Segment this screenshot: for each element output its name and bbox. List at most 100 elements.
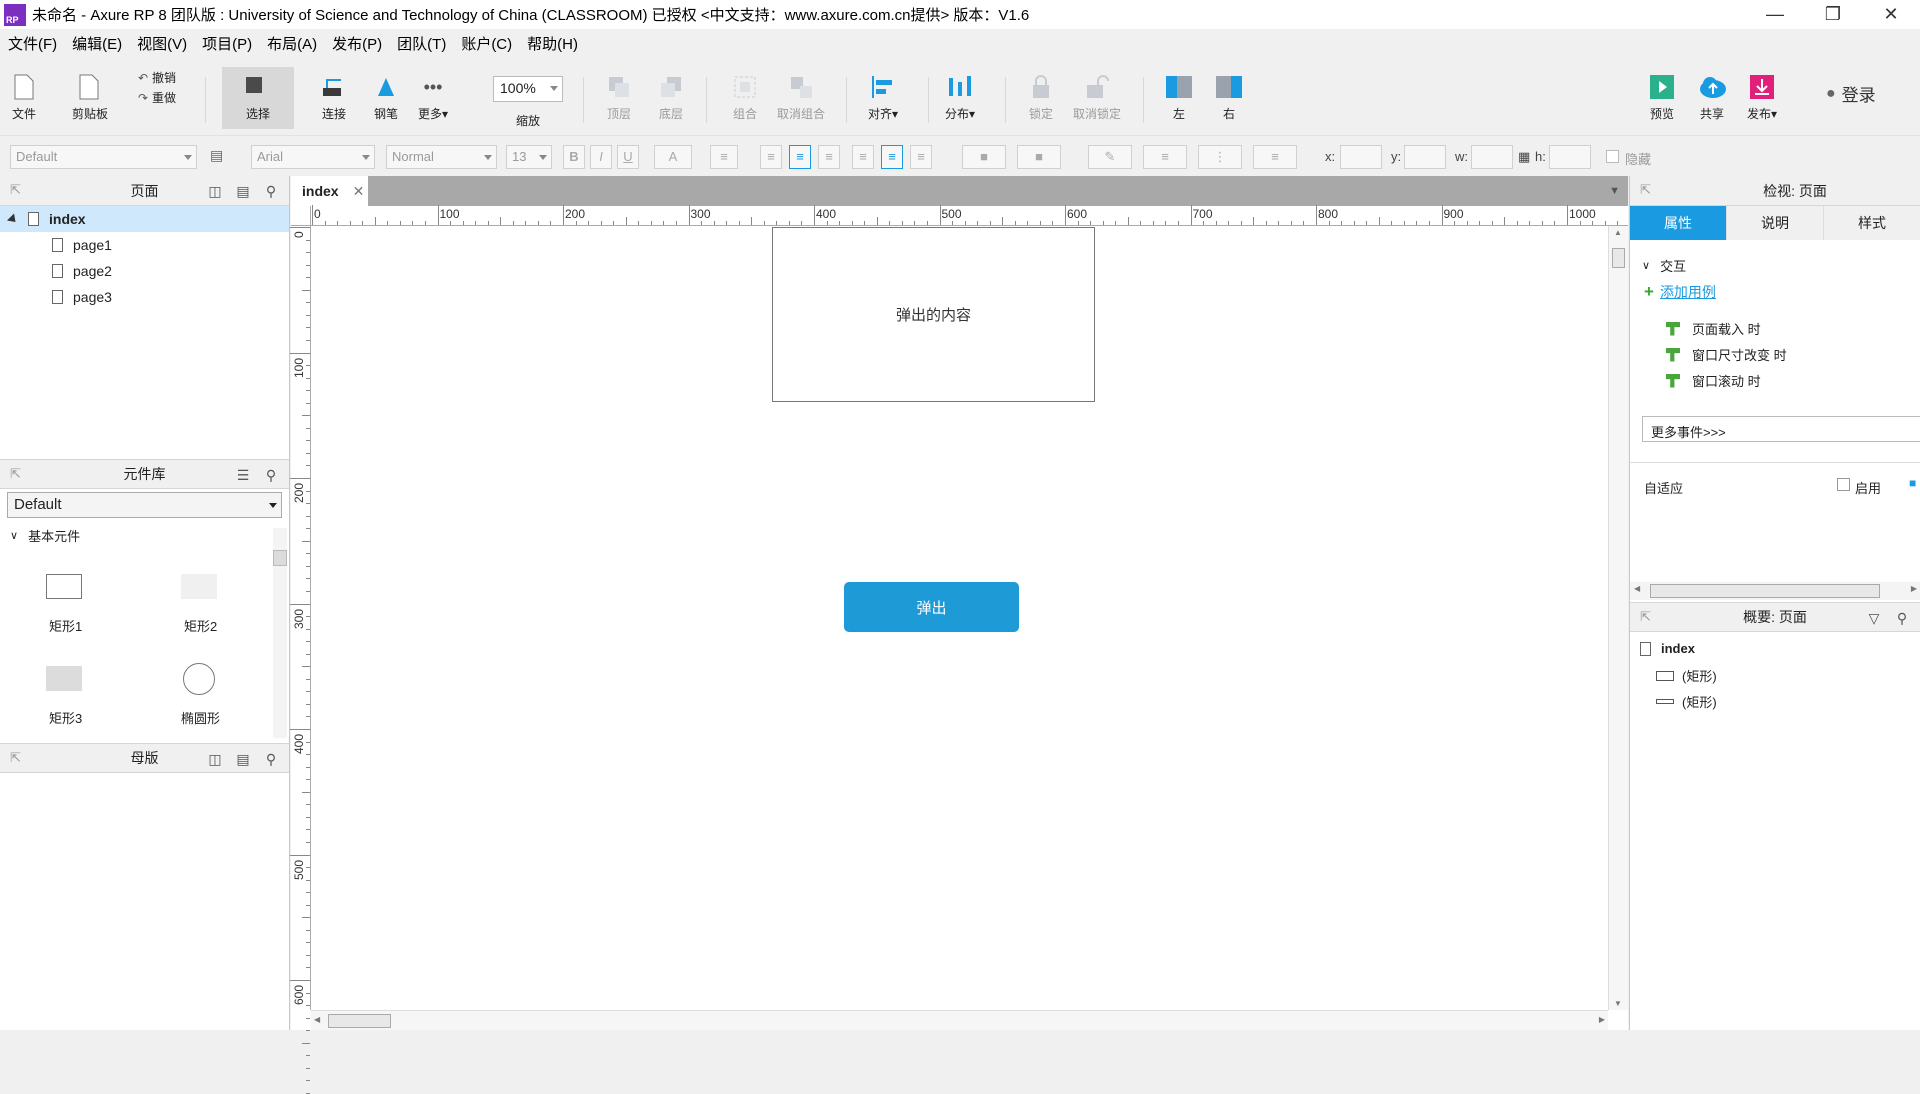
font-weight-select[interactable]: Normal <box>386 145 497 169</box>
line-color-button[interactable]: ✎ <box>1088 145 1132 169</box>
distribute-button[interactable]: 分布▾ <box>945 57 975 122</box>
scroll-down-icon[interactable]: ▼ <box>1614 999 1622 1008</box>
line-style-button[interactable]: ⋮ <box>1198 145 1242 169</box>
style-select[interactable]: Default <box>10 145 197 169</box>
page-item-page1[interactable]: page1 <box>0 232 289 258</box>
interactions-section[interactable]: ∨ 交互 <box>1642 256 1686 275</box>
scroll-up-icon[interactable]: ▲ <box>1614 228 1622 237</box>
outline-root[interactable]: index <box>1640 641 1695 656</box>
tab-index[interactable]: index ✕ <box>291 176 368 206</box>
popup-button[interactable]: 弹出 <box>844 582 1019 632</box>
more-events-select[interactable]: 更多事件>>> <box>1642 416 1920 442</box>
line-width-button[interactable]: ≡ <box>1143 145 1187 169</box>
align-center-text-button[interactable]: ≡ <box>789 145 811 169</box>
bullet-list-button[interactable]: ≡ <box>710 145 738 169</box>
enable-adaptive-checkbox[interactable] <box>1837 478 1850 491</box>
share-button[interactable]: 共享 <box>1698 57 1726 122</box>
menu-edit[interactable]: 编辑(E) <box>72 33 122 54</box>
font-size-select[interactable]: 13 <box>506 145 552 169</box>
unlock-button[interactable]: 取消锁定 <box>1073 57 1121 122</box>
valign-middle-button[interactable]: ≡ <box>881 145 903 169</box>
ellipse-icon[interactable] <box>183 663 215 695</box>
library-scrollbar[interactable] <box>273 528 287 738</box>
add-folder-icon[interactable]: ▤ <box>235 751 251 767</box>
popup-content-box[interactable]: 弹出的内容 <box>772 227 1095 402</box>
menu-file[interactable]: 文件(F) <box>8 33 57 54</box>
h-input[interactable] <box>1549 145 1591 169</box>
x-input[interactable] <box>1340 145 1382 169</box>
page-item-page2[interactable]: page2 <box>0 258 289 284</box>
align-left-text-button[interactable]: ≡ <box>760 145 782 169</box>
menu-account[interactable]: 账户(C) <box>461 33 512 54</box>
lock-button[interactable]: 锁定 <box>1027 57 1055 122</box>
menu-publish[interactable]: 发布(P) <box>332 33 382 54</box>
y-input[interactable] <box>1404 145 1446 169</box>
redo-button[interactable]: ↷ 重做 <box>138 89 176 106</box>
filter-icon[interactable]: ▽ <box>1866 610 1882 626</box>
file-button[interactable]: 文件 <box>10 57 38 122</box>
add-master-icon[interactable]: ◫ <box>207 751 223 767</box>
scroll-left-icon[interactable]: ◀ <box>314 1015 320 1024</box>
clipboard-button[interactable]: ✂ 剪贴板 <box>72 57 108 122</box>
menu-help[interactable]: 帮助(H) <box>527 33 578 54</box>
add-page-icon[interactable]: ◫ <box>207 183 223 199</box>
close-button[interactable]: ✕ <box>1862 0 1920 29</box>
lock-ratio-icon[interactable]: ▦ <box>1518 149 1530 165</box>
tab-dropdown-icon[interactable]: ▼ <box>1609 185 1620 197</box>
italic-button[interactable]: I <box>590 145 612 169</box>
scroll-left-icon[interactable]: ◀ <box>1634 584 1640 593</box>
page-item-index[interactable]: index <box>0 206 289 232</box>
font-family-select[interactable]: Arial <box>251 145 375 169</box>
left-button[interactable]: 左 <box>1165 57 1193 122</box>
valign-top-button[interactable]: ≡ <box>852 145 874 169</box>
valign-bottom-button[interactable]: ≡ <box>910 145 932 169</box>
canvas-horizontal-scrollbar[interactable]: ◀ ▶ <box>311 1010 1608 1030</box>
group-button[interactable]: 组合 <box>731 57 759 122</box>
search-icon[interactable]: ⚲ <box>263 467 279 483</box>
bold-button[interactable]: B <box>563 145 585 169</box>
align-right-text-button[interactable]: ≡ <box>818 145 840 169</box>
tab-style[interactable]: 样式 <box>1824 206 1920 240</box>
send-to-back-button[interactable]: 底层 <box>657 57 685 122</box>
right-button[interactable]: 右 <box>1215 57 1243 122</box>
preview-button[interactable]: 预览 <box>1648 57 1676 122</box>
menu-layout[interactable]: 布局(A) <box>267 33 317 54</box>
design-canvas[interactable]: 弹出的内容 弹出 <box>312 227 1607 1010</box>
align-button[interactable]: 对齐▾ <box>868 57 898 122</box>
font-color-button[interactable]: A <box>654 145 692 169</box>
add-folder-icon[interactable]: ▤ <box>235 183 251 199</box>
tab-notes[interactable]: 说明 <box>1727 206 1824 240</box>
fill-color-button[interactable]: ■ <box>962 145 1006 169</box>
inspector-horizontal-scrollbar[interactable]: ◀ ▶ <box>1630 582 1920 600</box>
adaptive-settings-icon[interactable]: ■ <box>1909 476 1916 490</box>
event-window-resize[interactable]: 窗口尺寸改变 时 <box>1666 345 1787 364</box>
menu-team[interactable]: 团队(T) <box>397 33 446 54</box>
search-icon[interactable]: ⚲ <box>1894 610 1910 626</box>
menu-view[interactable]: 视图(V) <box>137 33 187 54</box>
basic-widgets-section[interactable]: ∨ 基本元件 <box>10 526 80 545</box>
search-icon[interactable]: ⚲ <box>263 751 279 767</box>
style-edit-icon[interactable]: ▤ <box>210 147 223 164</box>
undo-button[interactable]: ↶ 撤销 <box>138 69 176 86</box>
zoom-select[interactable]: 100% <box>493 76 563 102</box>
pen-tool[interactable]: 钢笔 <box>372 57 400 122</box>
publish-button[interactable]: 发布▾ <box>1747 57 1777 122</box>
more-tools-button[interactable]: ••• 更多▾ <box>418 57 448 122</box>
menu-icon[interactable]: ☰ <box>235 467 251 483</box>
canvas-vertical-scrollbar[interactable]: ▲ ▼ <box>1608 226 1628 1010</box>
tab-properties[interactable]: 属性 <box>1630 206 1727 240</box>
connect-tool[interactable]: 连接 <box>320 57 348 122</box>
select-tool[interactable]: 选择 <box>222 67 294 129</box>
search-icon[interactable]: ⚲ <box>263 183 279 199</box>
scroll-right-icon[interactable]: ▶ <box>1911 584 1917 593</box>
hide-checkbox[interactable] <box>1606 150 1619 163</box>
ungroup-button[interactable]: 取消组合 <box>777 57 825 122</box>
underline-button[interactable]: U <box>617 145 639 169</box>
event-page-load[interactable]: 页面载入 时 <box>1666 319 1761 338</box>
collapse-arrow-icon[interactable] <box>6 212 20 226</box>
event-window-scroll[interactable]: 窗口滚动 时 <box>1666 371 1761 390</box>
rectangle3-icon[interactable] <box>46 666 82 691</box>
rectangle2-icon[interactable] <box>181 574 217 599</box>
w-input[interactable] <box>1471 145 1513 169</box>
menu-project[interactable]: 项目(P) <box>202 33 252 54</box>
